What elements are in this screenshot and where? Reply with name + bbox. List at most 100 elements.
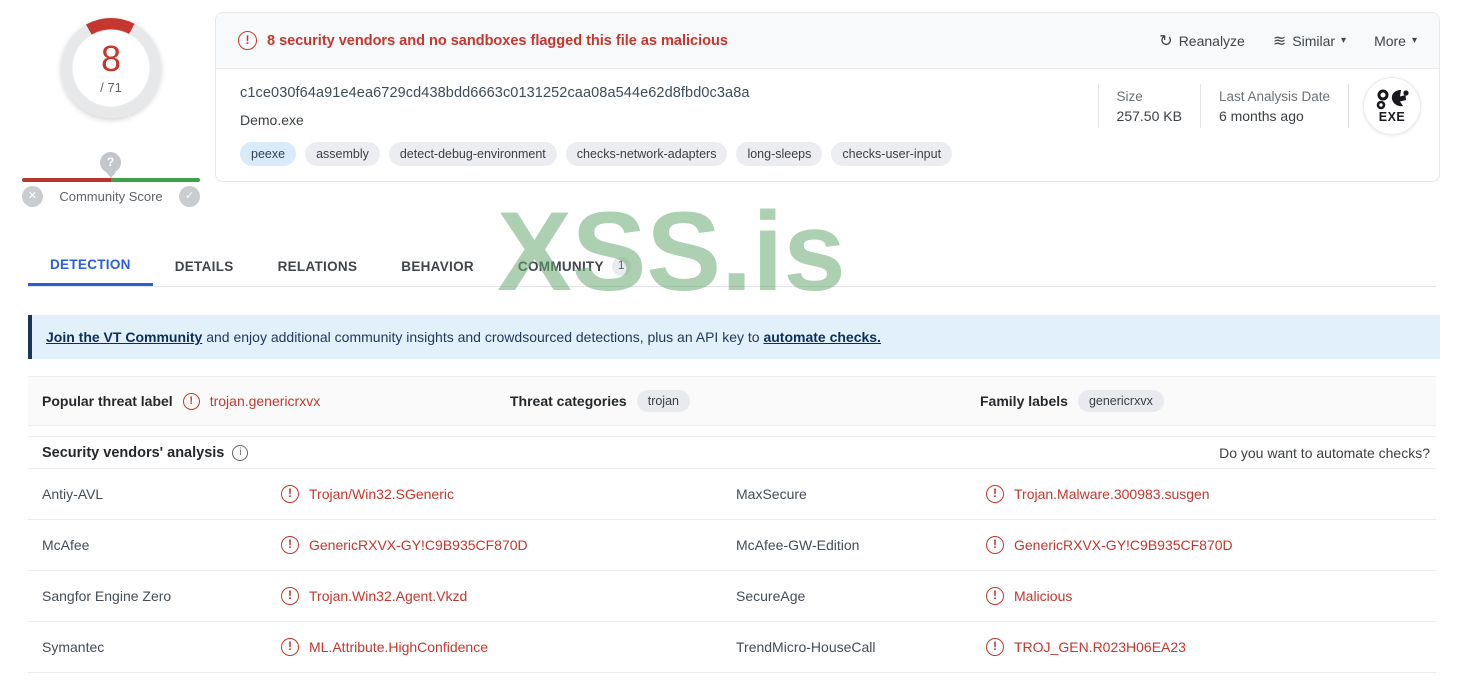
tab-behavior[interactable]: BEHAVIOR xyxy=(379,247,496,286)
vendor-result: ! Malicious xyxy=(986,587,1436,605)
file-meta: Size 257.50 KB Last Analysis Date 6 mont… xyxy=(1097,77,1421,135)
gears-icon xyxy=(1376,89,1409,109)
last-analysis-label: Last Analysis Date xyxy=(1218,88,1330,104)
threat-categories-label: Threat categories xyxy=(510,393,627,409)
result-text: TROJ_GEN.R023H06EA23 xyxy=(1014,639,1186,655)
family-labels-label: Family labels xyxy=(980,393,1068,409)
vendor-name: Symantec xyxy=(42,639,105,655)
banner-text: and enjoy additional community insights … xyxy=(202,329,764,345)
result-text: Trojan/Win32.SGeneric xyxy=(309,486,454,502)
file-tags: peexe assembly detect-debug-environment … xyxy=(240,142,1415,166)
table-row: Sangfor Engine Zero ! Trojan.Win32.Agent… xyxy=(28,571,1436,622)
tag-peexe[interactable]: peexe xyxy=(240,142,297,166)
vendor-name: Antiy-AVL xyxy=(42,486,104,502)
vendor-result: ! Trojan.Malware.300983.susgen xyxy=(986,485,1436,503)
vote-harmless-icon[interactable]: ✓ xyxy=(179,186,200,207)
community-score-bar xyxy=(22,178,200,182)
vendor-result: ! TROJ_GEN.R023H06EA23 xyxy=(986,638,1436,656)
similar-label: Similar xyxy=(1292,32,1336,49)
vendor-result: ! GenericRXVX-GY!C9B935CF870D xyxy=(281,536,736,554)
automate-checks-link[interactable]: automate checks. xyxy=(763,329,881,345)
card-body: c1ce030f64a91e4ea6729cd438bdd6663c013125… xyxy=(216,69,1439,166)
analysis-title: Security vendors' analysis xyxy=(42,444,225,461)
malicious-exclamation-icon: ! xyxy=(281,638,299,656)
vt-community-banner: Join the VT Community and enjoy addition… xyxy=(28,315,1440,359)
vote-malicious-icon[interactable]: ✕ xyxy=(22,186,43,207)
divider xyxy=(1348,84,1349,128)
result-text: Malicious xyxy=(1014,588,1073,604)
score-positives: 8 xyxy=(100,38,122,79)
reanalyze-label: Reanalyze xyxy=(1178,32,1245,49)
file-summary-card: ! 8 security vendors and no sandboxes fl… xyxy=(215,12,1440,182)
community-score-label: Community Score xyxy=(59,189,163,204)
table-row: Antiy-AVL ! Trojan/Win32.SGeneric MaxSec… xyxy=(28,469,1436,520)
size-value: 257.50 KB xyxy=(1116,107,1182,124)
malicious-exclamation-icon: ! xyxy=(281,536,299,554)
header-actions: ↻ Reanalyze ≋ Similar ▾ More ▾ xyxy=(1159,31,1417,51)
more-button[interactable]: More ▾ xyxy=(1374,33,1417,49)
detection-score-gauge: 8 / 71 xyxy=(61,18,161,118)
score-denominator: / 71 xyxy=(100,80,122,95)
community-score-marker-icon: ? xyxy=(100,152,121,173)
detection-alert: ! 8 security vendors and no sandboxes fl… xyxy=(238,31,728,50)
threat-label-band: Popular threat label ! trojan.genericrxv… xyxy=(28,376,1436,426)
vendor-name: SecureAge xyxy=(736,588,806,604)
tag-checks-network-adapters[interactable]: checks-network-adapters xyxy=(565,142,728,166)
tag-assembly[interactable]: assembly xyxy=(305,142,380,166)
vendor-name: McAfee xyxy=(42,537,90,553)
malicious-exclamation-icon: ! xyxy=(986,638,1004,656)
alert-text: 8 security vendors and no sandboxes flag… xyxy=(267,32,728,49)
vendor-name: TrendMicro-HouseCall xyxy=(736,639,876,655)
tab-detection[interactable]: DETECTION xyxy=(28,247,153,286)
info-icon[interactable]: i xyxy=(232,444,249,461)
popular-threat-label-group: Popular threat label ! trojan.genericrxv… xyxy=(42,377,320,425)
tab-details[interactable]: DETAILS xyxy=(153,247,256,286)
vendors-table: Antiy-AVL ! Trojan/Win32.SGeneric MaxSec… xyxy=(28,469,1436,673)
malicious-exclamation-icon: ! xyxy=(281,587,299,605)
tag-detect-debug-environment[interactable]: detect-debug-environment xyxy=(388,142,557,166)
result-text: Trojan.Win32.Agent.Vkzd xyxy=(309,588,468,604)
result-text: GenericRXVX-GY!C9B935CF870D xyxy=(309,537,528,553)
family-labels-group: Family labels genericrxvx xyxy=(980,377,1164,425)
malicious-exclamation-icon: ! xyxy=(986,485,1004,503)
threat-category-trojan[interactable]: trojan xyxy=(636,390,690,412)
community-score-row: ✕ Community Score ✓ xyxy=(22,186,200,207)
chevron-down-icon: ▾ xyxy=(1411,35,1417,46)
join-vt-community-link[interactable]: Join the VT Community xyxy=(46,329,202,345)
reanalyze-button[interactable]: ↻ Reanalyze xyxy=(1159,31,1245,51)
report-tabs: DETECTION DETAILS RELATIONS BEHAVIOR COM… xyxy=(28,247,1436,287)
automate-checks-prompt[interactable]: Do you want to automate checks? xyxy=(1219,445,1430,461)
table-row: McAfee ! GenericRXVX-GY!C9B935CF870D McA… xyxy=(28,520,1436,571)
analysis-header: Security vendors' analysis i Do you want… xyxy=(28,436,1436,469)
tag-long-sleeps[interactable]: long-sleeps xyxy=(736,142,823,166)
size-label: Size xyxy=(1116,88,1143,104)
analysis-title-group: Security vendors' analysis i xyxy=(42,444,249,461)
community-count-badge: 1 xyxy=(611,257,631,276)
malicious-exclamation-icon: ! xyxy=(986,536,1004,554)
result-text: Trojan.Malware.300983.susgen xyxy=(1014,486,1210,502)
file-type-exe-icon: EXE xyxy=(1363,77,1421,135)
family-label-genericrxvx[interactable]: genericrxvx xyxy=(1077,390,1164,412)
vendor-result: ! ML.Attribute.HighConfidence xyxy=(281,638,736,656)
last-analysis-value: 6 months ago xyxy=(1218,107,1304,124)
tab-relations[interactable]: RELATIONS xyxy=(256,247,380,286)
chevron-down-icon: ▾ xyxy=(1341,35,1347,46)
vendor-result: ! Trojan.Win32.Agent.Vkzd xyxy=(281,587,736,605)
more-label: More xyxy=(1374,32,1406,49)
last-analysis-block: Last Analysis Date 6 months ago xyxy=(1201,89,1348,124)
threat-exclamation-icon: ! xyxy=(182,392,200,410)
tag-checks-user-input[interactable]: checks-user-input xyxy=(831,142,953,166)
tab-community[interactable]: COMMUNITY 1 xyxy=(496,247,653,286)
similar-icon: ≋ xyxy=(1272,32,1287,50)
popular-threat-label: Popular threat label xyxy=(42,393,173,409)
popular-threat-value[interactable]: trojan.genericrxvx xyxy=(210,393,321,409)
vendor-name: McAfee-GW-Edition xyxy=(736,537,860,553)
table-row: Symantec ! ML.Attribute.HighConfidence T… xyxy=(28,622,1436,673)
malicious-exclamation-icon: ! xyxy=(986,587,1004,605)
similar-button[interactable]: ≋ Similar ▾ xyxy=(1273,31,1346,51)
malicious-exclamation-icon: ! xyxy=(281,485,299,503)
result-text: GenericRXVX-GY!C9B935CF870D xyxy=(1014,537,1233,553)
file-size-block: Size 257.50 KB xyxy=(1099,89,1200,124)
tab-community-label: COMMUNITY xyxy=(517,258,604,274)
vendor-name: MaxSecure xyxy=(736,486,807,502)
